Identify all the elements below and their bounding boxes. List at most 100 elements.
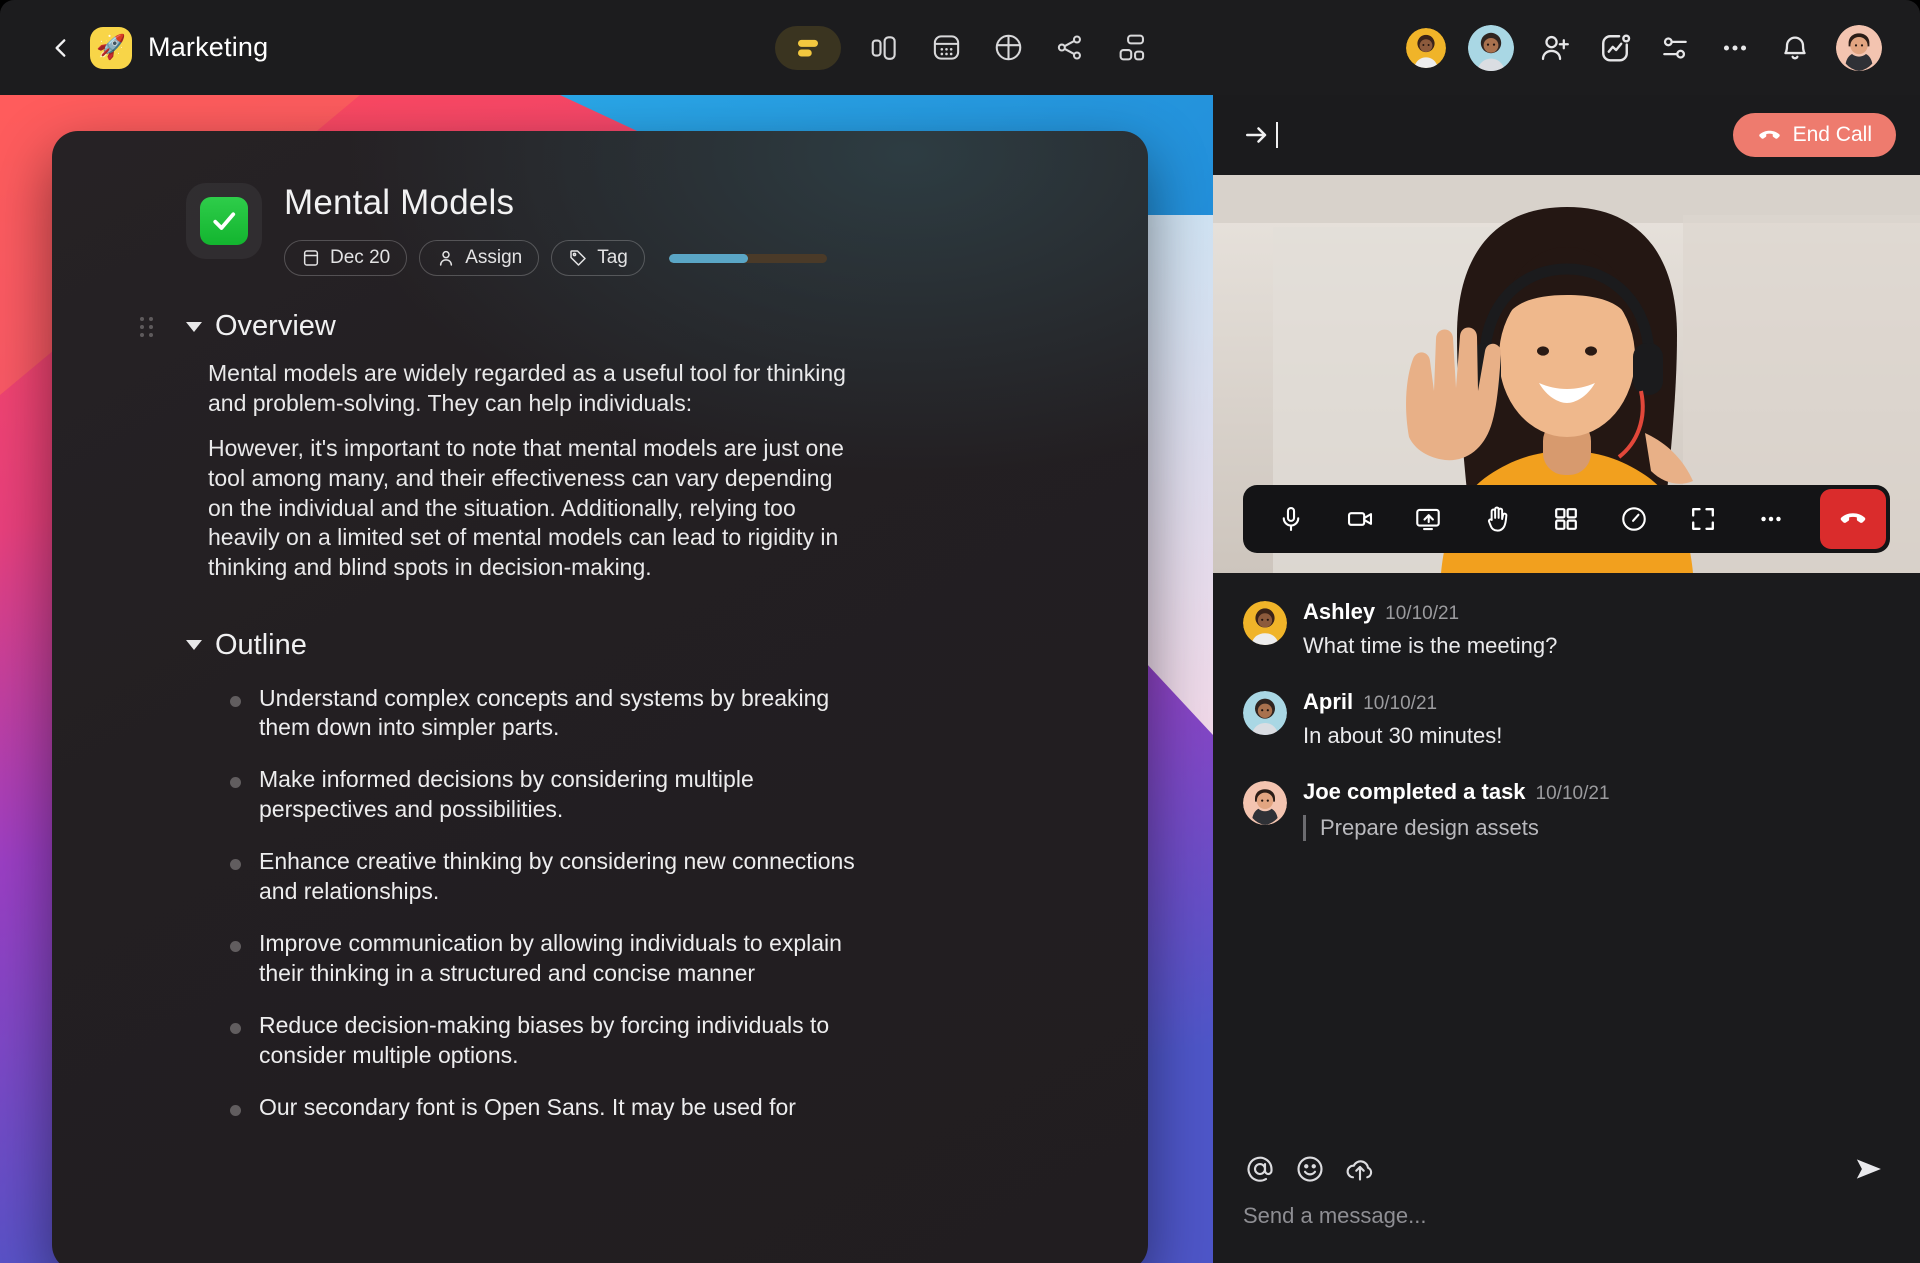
avatar[interactable] [1243, 601, 1287, 645]
tab-calendar-view[interactable] [927, 29, 965, 67]
drag-handle-icon[interactable] [140, 317, 153, 337]
grid-view-button[interactable] [1540, 493, 1592, 545]
collapse-panel-button[interactable] [1243, 120, 1278, 150]
end-call-button[interactable]: End Call [1733, 113, 1896, 157]
section-title-overview: Overview [215, 310, 336, 343]
notifications-button[interactable] [1776, 29, 1814, 67]
add-person-button[interactable] [1536, 29, 1574, 67]
avatar[interactable] [1243, 691, 1287, 735]
chat-message: April 10/10/21 In about 30 minutes! [1243, 689, 1890, 749]
tab-table-view[interactable] [989, 29, 1027, 67]
avatar-member-1[interactable] [1406, 28, 1446, 68]
top-bar-right [1406, 0, 1882, 95]
green-checkmark-icon [200, 197, 248, 245]
document-title: Mental Models [284, 183, 827, 223]
activity-chart-icon [1598, 31, 1632, 65]
calendar-icon [301, 248, 321, 268]
raise-hand-button[interactable] [1471, 493, 1523, 545]
microphone-icon [1277, 505, 1305, 533]
due-date-chip[interactable]: Dec 20 [284, 240, 407, 276]
list-item[interactable]: Make informed decisions by considering m… [230, 765, 870, 825]
video-feed[interactable] [1213, 175, 1920, 573]
microphone-button[interactable] [1265, 493, 1317, 545]
section-header-overview[interactable]: Overview [186, 310, 1148, 343]
split-view-icon [869, 33, 899, 63]
avatar-current-user[interactable] [1836, 25, 1882, 71]
section-title-outline: Outline [215, 629, 307, 662]
speed-button[interactable] [1608, 493, 1660, 545]
list-item[interactable]: Improve communication by allowing indivi… [230, 929, 870, 989]
message-timestamp: 10/10/21 [1536, 783, 1610, 805]
gauge-icon [1620, 505, 1648, 533]
emoji-button[interactable] [1293, 1152, 1327, 1186]
send-button[interactable] [1848, 1148, 1890, 1190]
chevron-down-icon[interactable] [186, 640, 202, 650]
tab-dashboard-view[interactable] [1113, 29, 1151, 67]
screen-share-button[interactable] [1402, 493, 1454, 545]
document-meta-chips: Dec 20 Assign Tag [284, 240, 827, 276]
bullet-dot-icon [230, 941, 241, 952]
outline-section: Outline Understand complex concepts and … [186, 629, 1148, 1123]
top-bar-left: 🚀 Marketing [0, 27, 268, 69]
upload-button[interactable] [1343, 1152, 1377, 1186]
message-input[interactable] [1243, 1197, 1890, 1235]
message-body: In about 30 minutes! [1303, 723, 1502, 749]
fullscreen-icon [1689, 505, 1717, 533]
task-progress-fill [669, 254, 748, 263]
activity-task-name: Prepare design assets [1303, 815, 1610, 841]
tag-chip[interactable]: Tag [551, 240, 645, 276]
list-item-text: Understand complex concepts and systems … [259, 684, 870, 744]
phone-hangup-icon [1757, 123, 1782, 148]
sliders-icon [1659, 32, 1691, 64]
overview-paragraph-2: However, it's important to note that men… [208, 434, 848, 582]
more-button[interactable] [1716, 29, 1754, 67]
avatar-member-2[interactable] [1468, 25, 1514, 71]
mention-button[interactable] [1243, 1152, 1277, 1186]
screen-share-icon [1414, 505, 1442, 533]
activity-button[interactable] [1596, 29, 1634, 67]
workspace-avatar[interactable]: 🚀 [90, 27, 132, 69]
list-item[interactable]: Enhance creative thinking by considering… [230, 847, 870, 907]
back-button[interactable] [48, 35, 74, 61]
bell-icon [1779, 32, 1811, 64]
message-author: Ashley [1303, 599, 1375, 625]
list-item[interactable]: Understand complex concepts and systems … [230, 684, 870, 744]
calendar-view-icon [931, 32, 962, 63]
tag-icon [568, 248, 588, 268]
message-composer [1213, 1141, 1920, 1263]
tab-list-view[interactable] [775, 26, 841, 70]
bullet-dot-icon [230, 777, 241, 788]
more-options-button[interactable] [1745, 493, 1797, 545]
send-paper-plane-icon [1852, 1152, 1886, 1186]
tab-share-view[interactable] [1051, 29, 1089, 67]
document-body: Overview Mental models are widely regard… [52, 276, 1148, 1122]
message-timestamp: 10/10/21 [1363, 693, 1437, 715]
rocket-icon: 🚀 [96, 36, 126, 60]
task-progress-bar[interactable] [669, 254, 827, 263]
due-date-label: Dec 20 [330, 247, 390, 269]
panel-header: End Call [1213, 95, 1920, 175]
fullscreen-button[interactable] [1677, 493, 1729, 545]
call-controls-bar [1243, 485, 1890, 553]
upload-icon [1345, 1154, 1375, 1184]
tag-label: Tag [597, 247, 628, 269]
bullet-dot-icon [230, 1105, 241, 1116]
list-item[interactable]: Reduce decision-making biases by forcing… [230, 1011, 870, 1071]
avatar[interactable] [1243, 781, 1287, 825]
camera-button[interactable] [1334, 493, 1386, 545]
message-author: April [1303, 689, 1353, 715]
tab-split-view[interactable] [865, 29, 903, 67]
chat-message: Ashley 10/10/21 What time is the meeting… [1243, 599, 1890, 659]
workspace-stage: Mental Models Dec 20 Assign [0, 95, 1213, 1263]
hangup-button[interactable] [1820, 489, 1886, 549]
list-item[interactable]: Our secondary font is Open Sans. It may … [230, 1093, 870, 1123]
list-item-text: Enhance creative thinking by considering… [259, 847, 870, 907]
dashboard-icon [1117, 32, 1148, 63]
message-body: What time is the meeting? [1303, 633, 1557, 659]
chevron-down-icon[interactable] [186, 322, 202, 332]
section-header-outline[interactable]: Outline [186, 629, 1148, 662]
task-status-toggle[interactable] [186, 183, 262, 259]
assign-chip[interactable]: Assign [419, 240, 539, 276]
filter-button[interactable] [1656, 29, 1694, 67]
activity-author: Joe completed a task [1303, 779, 1526, 805]
